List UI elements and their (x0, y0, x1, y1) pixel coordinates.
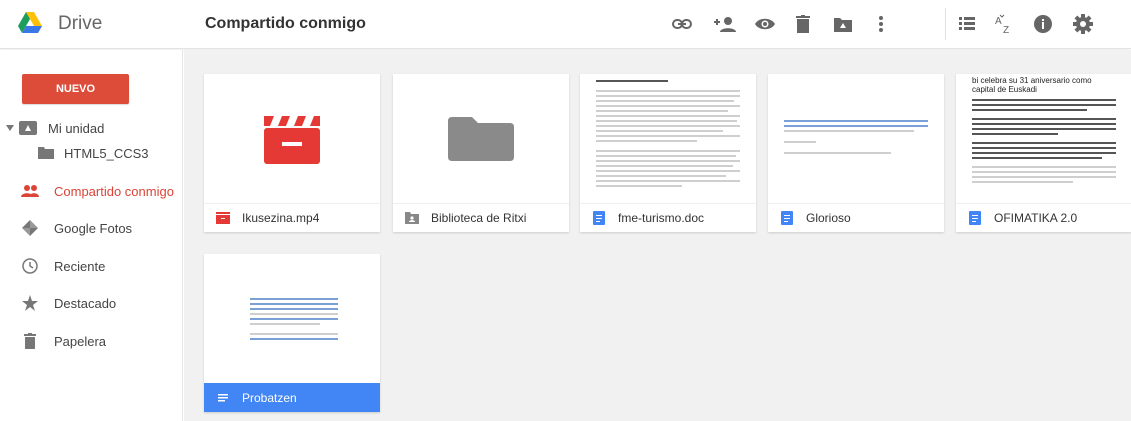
file-thumbnail (204, 74, 380, 203)
sidebar-item-label: Compartido conmigo (54, 183, 174, 199)
sidebar-item-shared-with-me[interactable]: Compartido conmigo (20, 178, 174, 204)
sidebar-item-starred[interactable]: Destacado (20, 290, 116, 316)
document-preview: bi celebra su 31 aniversario como capita… (972, 76, 1116, 186)
sort-az-icon[interactable]: AZ (991, 11, 1017, 37)
file-caption: Probatzen (204, 383, 380, 412)
video-clapper-icon (264, 115, 320, 164)
file-caption: Ikusezina.mp4 (204, 203, 380, 232)
file-name: Ikusezina.mp4 (242, 211, 320, 225)
svg-text:Z: Z (1003, 25, 1009, 34)
toolbar-divider (945, 8, 946, 40)
video-clapper-icon (216, 211, 230, 225)
folder-icon (36, 143, 56, 163)
document-preview (784, 120, 928, 157)
file-name: Probatzen (242, 390, 297, 405)
sidebar-item-label: Mi unidad (48, 120, 105, 136)
docs-icon (592, 211, 606, 225)
sidebar-item-label: HTML5_CCS3 (64, 145, 149, 161)
sidebar-item-trash[interactable]: Papelera (20, 328, 106, 354)
star-icon (20, 293, 40, 313)
file-card-doc[interactable]: bi celebra su 31 aniversario como capita… (956, 74, 1131, 232)
add-to-drive-icon[interactable] (830, 11, 856, 37)
file-caption: OFIMATIKA 2.0 (956, 203, 1131, 232)
file-name: OFIMATIKA 2.0 (994, 211, 1078, 225)
file-thumbnail (580, 74, 756, 203)
sidebar-item-my-drive[interactable]: Mi unidad (6, 115, 104, 141)
app-name: Drive (58, 13, 103, 34)
sidebar-item-label: Destacado (54, 295, 117, 311)
folder-icon (448, 116, 514, 161)
document-preview (250, 298, 338, 343)
sidebar-item-recent[interactable]: Reciente (20, 253, 105, 279)
file-card-doc[interactable]: fme-turismo.doc (580, 74, 756, 232)
settings-gear-icon[interactable] (1070, 11, 1096, 37)
preview-eye-icon[interactable] (752, 11, 778, 37)
file-thumbnail: bi celebra su 31 aniversario como capita… (956, 74, 1131, 203)
sidebar: NUEVO Mi unidad HTML5_CCS3 Compartido co… (0, 50, 183, 421)
docs-icon (968, 211, 982, 225)
sidebar-item-html5-ccs3[interactable]: HTML5_CCS3 (36, 140, 149, 166)
file-thumbnail (204, 254, 380, 383)
page-title: Compartido conmigo (205, 15, 366, 32)
top-bar: Drive Compartido conmigo AZ (0, 0, 1131, 49)
sidebar-item-label: Reciente (54, 258, 106, 274)
svg-text:A: A (995, 16, 1002, 27)
expand-arrow-icon[interactable] (6, 125, 16, 131)
docs-icon (780, 211, 794, 225)
new-button[interactable]: NUEVO (22, 74, 129, 104)
file-card-doc[interactable]: Glorioso (768, 74, 944, 232)
file-caption: Glorioso (768, 203, 944, 232)
add-person-icon[interactable] (712, 11, 738, 37)
file-card-doc-selected[interactable]: Probatzen (204, 254, 380, 412)
info-icon[interactable] (1030, 11, 1056, 37)
clock-icon (20, 256, 40, 276)
photos-pinwheel-icon (20, 218, 40, 238)
file-thumbnail (393, 74, 569, 203)
trash-icon[interactable] (790, 11, 816, 37)
sidebar-item-google-photos[interactable]: Google Fotos (20, 215, 132, 241)
shared-folder-icon (405, 211, 419, 225)
file-thumbnail (768, 74, 944, 203)
file-caption: Biblioteca de Ritxi (393, 203, 569, 232)
file-card-shared-folder[interactable]: Biblioteca de Ritxi (393, 74, 569, 232)
sidebar-item-label: Papelera (54, 333, 107, 349)
document-preview (596, 80, 740, 190)
sidebar-item-label: Google Fotos (54, 220, 133, 236)
file-grid: Ikusezina.mp4 Biblioteca de Ritxi fme-tu… (184, 50, 1131, 421)
file-caption: fme-turismo.doc (580, 203, 756, 232)
shared-people-icon (20, 181, 40, 201)
file-name: Biblioteca de Ritxi (431, 211, 527, 225)
file-name: Glorioso (806, 211, 851, 225)
drive-logo-icon (18, 12, 42, 33)
docs-icon (216, 391, 230, 405)
link-icon[interactable] (669, 11, 695, 37)
more-vert-icon[interactable] (868, 11, 894, 37)
file-card-video[interactable]: Ikusezina.mp4 (204, 74, 380, 232)
drive-folder-icon (18, 118, 38, 138)
list-view-icon[interactable] (954, 11, 980, 37)
trash-icon (20, 331, 40, 351)
preview-heading: bi celebra su 31 aniversario como capita… (972, 76, 1092, 94)
file-name: fme-turismo.doc (618, 211, 705, 225)
